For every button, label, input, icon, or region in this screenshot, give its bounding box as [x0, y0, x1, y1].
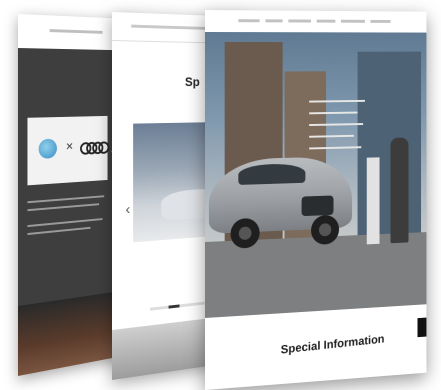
chevron-left-icon[interactable]: ‹ — [125, 201, 130, 218]
globe-icon — [38, 138, 57, 159]
nav-item[interactable] — [316, 19, 336, 23]
menu-line — [309, 134, 354, 138]
text-line — [27, 226, 91, 236]
front-page-header — [205, 10, 427, 33]
webpage-front: Special Information — [205, 10, 427, 390]
text-line — [27, 195, 105, 204]
carousel-indicator — [150, 301, 205, 311]
menu-line — [309, 99, 365, 103]
nav-item[interactable] — [265, 19, 283, 23]
nav-item[interactable] — [370, 19, 391, 23]
side-tab[interactable] — [417, 317, 427, 338]
person — [390, 137, 409, 244]
section-title: Special Information — [280, 331, 385, 357]
menu-line — [309, 111, 358, 115]
menu-line — [309, 123, 364, 127]
charging-station — [366, 157, 380, 245]
text-line — [27, 218, 103, 228]
nav-item[interactable] — [238, 19, 260, 23]
collab-logo-panel: × — [27, 115, 110, 186]
nav-item[interactable] — [340, 19, 365, 23]
middle-page-title: Sp — [184, 74, 200, 89]
audi-rings-icon — [80, 141, 110, 155]
hero-image — [205, 32, 427, 318]
collab-times: × — [65, 137, 74, 154]
menu-line — [309, 146, 362, 150]
car-window — [238, 163, 306, 185]
nav-placeholder — [49, 29, 103, 34]
mockup-scene: × ‹ Sp ‹ — [0, 0, 441, 390]
car-grille — [301, 195, 334, 217]
nav-item[interactable] — [288, 19, 312, 23]
text-line — [27, 203, 100, 212]
